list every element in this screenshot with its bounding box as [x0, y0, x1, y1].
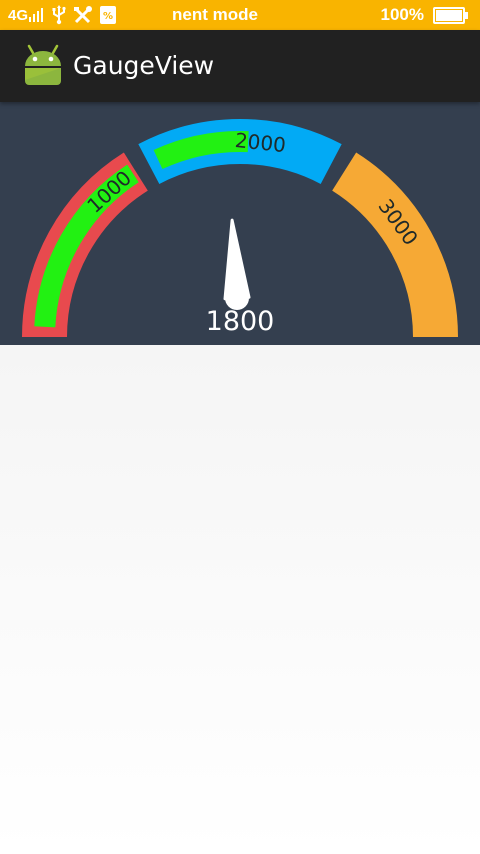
- sim-toolkit-icon: %: [100, 6, 117, 24]
- svg-text:%: %: [103, 11, 113, 22]
- network-type-label: 4G: [8, 6, 29, 24]
- usb-icon: [52, 5, 66, 25]
- battery-tip: [465, 11, 468, 19]
- signal-icon: [29, 8, 44, 22]
- gauge-view: 1000 2000 3000 1800: [0, 102, 480, 345]
- app-title: GaugeView: [73, 51, 215, 80]
- notification-text: nent mode: [172, 5, 258, 24]
- app-bar: GaugeView: [0, 30, 480, 102]
- tools-icon: [74, 6, 93, 24]
- content-area: [0, 345, 480, 854]
- android-icon[interactable]: [22, 44, 64, 86]
- battery-fill: [436, 9, 462, 21]
- battery-icon: [433, 6, 468, 24]
- status-bar: 4G % nent mode 100%: [0, 0, 480, 30]
- gauge-value-label: 1800: [205, 306, 275, 337]
- status-bar-left: 4G %: [8, 0, 117, 30]
- battery-percent: 100%: [380, 5, 424, 24]
- status-bar-right: 100%: [381, 0, 468, 30]
- network-indicator: 4G: [8, 7, 45, 24]
